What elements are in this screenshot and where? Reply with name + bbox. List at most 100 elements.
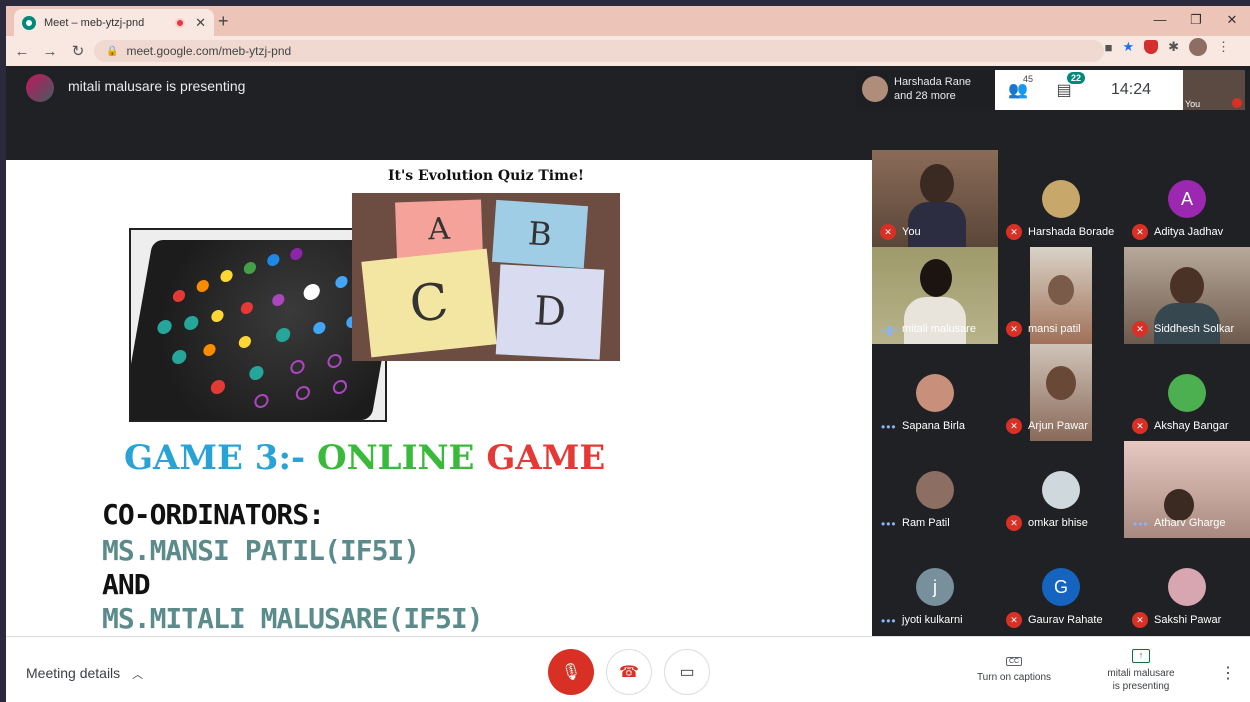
hex-board-game-image bbox=[129, 228, 387, 422]
self-view-thumbnail[interactable]: You bbox=[1183, 70, 1245, 110]
participant-tile[interactable]: G ✕ Gaurav Rahate bbox=[998, 538, 1124, 635]
mic-off-icon: ✕ bbox=[1006, 321, 1022, 337]
participant-tile[interactable]: ✕ You bbox=[872, 150, 998, 247]
browser-menu-icon[interactable]: ⋮ bbox=[1217, 39, 1230, 55]
camera-toggle-button[interactable]: ▭ bbox=[664, 649, 710, 695]
participant-tile[interactable]: ✕ mansi patil bbox=[998, 247, 1124, 344]
active-indicator-icon: ••• bbox=[881, 614, 897, 628]
card-b: B bbox=[491, 199, 589, 269]
participant-name: jyoti kulkarni bbox=[902, 614, 963, 626]
participant-tile[interactable]: ✕ omkar bhise bbox=[998, 441, 1124, 538]
present-screen-icon: ↑ bbox=[1132, 649, 1150, 663]
participant-name: Harshada Borade bbox=[1028, 226, 1115, 238]
game-title: GAME 3:- ONLINE GAME bbox=[124, 438, 605, 478]
chip-line-2: and 28 more bbox=[894, 90, 956, 102]
participant-name: Ram Patil bbox=[902, 517, 950, 529]
people-icon: 👥 bbox=[1008, 82, 1028, 99]
coordinators-heading: CO-ORDINATORS: bbox=[102, 498, 325, 531]
mic-off-icon: ✕ bbox=[880, 224, 896, 240]
mic-off-icon: ✕ bbox=[1006, 224, 1022, 240]
url-text: meet.google.com/meb-ytzj-pnd bbox=[126, 44, 292, 58]
meet-bottom-bar: Meeting details ︿ 🎙 ☎ ▭ CC Turn on capti… bbox=[6, 636, 1250, 702]
toolbar-extensions: ■ ★ ✱ ⋮ bbox=[1105, 38, 1230, 56]
minimize-icon[interactable]: — bbox=[1142, 6, 1178, 36]
participant-tile[interactable]: ✕ Sakshi Pawar bbox=[1124, 538, 1250, 635]
people-button[interactable]: 👥 45 bbox=[995, 74, 1041, 100]
shield-extension-icon[interactable] bbox=[1144, 40, 1159, 54]
forward-arrow-icon[interactable]: → bbox=[38, 43, 62, 60]
captions-label: Turn on captions bbox=[976, 672, 1052, 683]
participant-chip-text: Harshada Rane and 28 more bbox=[894, 75, 971, 103]
puzzle-extensions-icon[interactable]: ✱ bbox=[1168, 39, 1179, 55]
more-options-icon[interactable]: ⋮ bbox=[1220, 663, 1236, 683]
presenting-line-2: is presenting bbox=[1112, 681, 1170, 692]
window-close-icon[interactable]: ✕ bbox=[1214, 6, 1250, 36]
reload-icon[interactable]: ↻ bbox=[66, 42, 90, 60]
participant-tile[interactable]: ••• Atharv Gharge bbox=[1124, 441, 1250, 538]
mic-toggle-button[interactable]: 🎙 bbox=[548, 649, 594, 695]
chevron-up-icon: ︿ bbox=[132, 669, 144, 681]
mic-off-icon: ✕ bbox=[1006, 612, 1022, 628]
camera-in-use-icon[interactable]: ■ bbox=[1105, 40, 1113, 55]
tab-close-icon[interactable]: ✕ bbox=[195, 15, 206, 31]
participant-name: mansi patil bbox=[1028, 323, 1081, 335]
participant-tile[interactable]: ✕ Akshay Bangar bbox=[1124, 344, 1250, 441]
mic-off-icon: ✕ bbox=[1132, 418, 1148, 434]
chat-icon: ▤ bbox=[1056, 82, 1072, 99]
new-tab-button[interactable]: + bbox=[218, 11, 229, 32]
participant-tile[interactable]: j ••• jyoti kulkarni bbox=[872, 538, 998, 635]
participant-chip[interactable]: Harshada Rane and 28 more bbox=[856, 70, 996, 108]
recording-indicator-icon bbox=[175, 17, 186, 28]
mic-off-icon: ✕ bbox=[1006, 515, 1022, 531]
people-count: 45 bbox=[1023, 74, 1034, 84]
participant-name: Sakshi Pawar bbox=[1154, 614, 1222, 626]
presentation-button[interactable]: ↑ mitali malusare is presenting bbox=[1096, 649, 1186, 693]
meet-top-bar: mitali malusare is presenting Harshada R… bbox=[6, 66, 1250, 160]
game-title-part3: GAME bbox=[486, 438, 606, 478]
mic-off-icon: ✕ bbox=[1132, 612, 1148, 628]
game-title-part1: GAME 3:- bbox=[124, 438, 306, 478]
participant-tile[interactable]: ✕ Arjun Pawar bbox=[998, 344, 1124, 441]
browser-toolbar: ← → ↻ 🔒 meet.google.com/meb-ytzj-pnd ■ ★… bbox=[6, 36, 1250, 66]
maximize-icon[interactable]: ❐ bbox=[1178, 6, 1214, 36]
coordinators-and: AND bbox=[102, 568, 151, 601]
avatar: G bbox=[1042, 568, 1080, 606]
chat-count-badge: 22 bbox=[1067, 72, 1086, 84]
participant-tile[interactable]: ••• Ram Patil bbox=[872, 441, 998, 538]
quiz-title: It's Evolution Quiz Time! bbox=[352, 160, 620, 193]
presented-slide: It's Evolution Quiz Time! A B C D GAME 3… bbox=[6, 160, 872, 636]
participant-tile[interactable]: ••• Sapana Birla bbox=[872, 344, 998, 441]
participant-grid: ✕ You ✕ Harshada Borade A ✕ Aditya Jadha… bbox=[872, 150, 1250, 640]
back-arrow-icon[interactable]: ← bbox=[10, 43, 34, 60]
participant-name: mitali malusare bbox=[902, 323, 976, 335]
browser-window: Meet – meb-ytzj-pnd ✕ + — ❐ ✕ ← → ↻ 🔒 me… bbox=[6, 6, 1250, 702]
participant-name: omkar bhise bbox=[1028, 517, 1088, 529]
leave-call-button[interactable]: ☎ bbox=[606, 649, 652, 695]
chip-line-1: Harshada Rane bbox=[894, 76, 972, 88]
tab-strip: Meet – meb-ytzj-pnd ✕ + — ❐ ✕ bbox=[6, 6, 1250, 36]
participant-name: Siddhesh Solkar bbox=[1154, 323, 1235, 335]
captions-button[interactable]: CC Turn on captions bbox=[964, 655, 1064, 683]
chat-button[interactable]: ▤ 22 bbox=[1041, 72, 1087, 100]
participant-tile[interactable]: A ✕ Aditya Jadhav bbox=[1124, 150, 1250, 247]
participant-name: Arjun Pawar bbox=[1028, 420, 1088, 432]
hex-board bbox=[131, 240, 385, 420]
meeting-details-button[interactable]: Meeting details ︿ bbox=[26, 665, 143, 682]
coordinator-2: MS.MITALI MALUSARE(IF5I) bbox=[102, 602, 484, 635]
profile-avatar-icon[interactable] bbox=[1189, 38, 1207, 56]
lock-icon[interactable]: 🔒 bbox=[106, 46, 118, 57]
coordinator-1: MS.MANSI PATIL(IF5I) bbox=[102, 534, 420, 567]
participant-tile[interactable]: ▪▮▪ mitali malusare bbox=[872, 247, 998, 344]
speaking-indicator-icon: ▪▮▪ bbox=[881, 323, 900, 337]
avatar: j bbox=[916, 568, 954, 606]
bookmark-star-icon[interactable]: ★ bbox=[1122, 39, 1134, 55]
tab-title: Meet – meb-ytzj-pnd bbox=[44, 16, 145, 29]
participant-tile[interactable]: ✕ Harshada Borade bbox=[998, 150, 1124, 247]
meeting-clock: 14:24 bbox=[1111, 81, 1152, 98]
participant-tile[interactable]: ✕ Siddhesh Solkar bbox=[1124, 247, 1250, 344]
participant-name: Sapana Birla bbox=[902, 420, 965, 432]
participant-chip-avatar bbox=[862, 76, 888, 102]
participant-name: Atharv Gharge bbox=[1154, 517, 1226, 529]
address-bar[interactable]: 🔒 meet.google.com/meb-ytzj-pnd bbox=[94, 40, 1104, 62]
browser-tab-meet[interactable]: Meet – meb-ytzj-pnd ✕ bbox=[14, 9, 214, 36]
